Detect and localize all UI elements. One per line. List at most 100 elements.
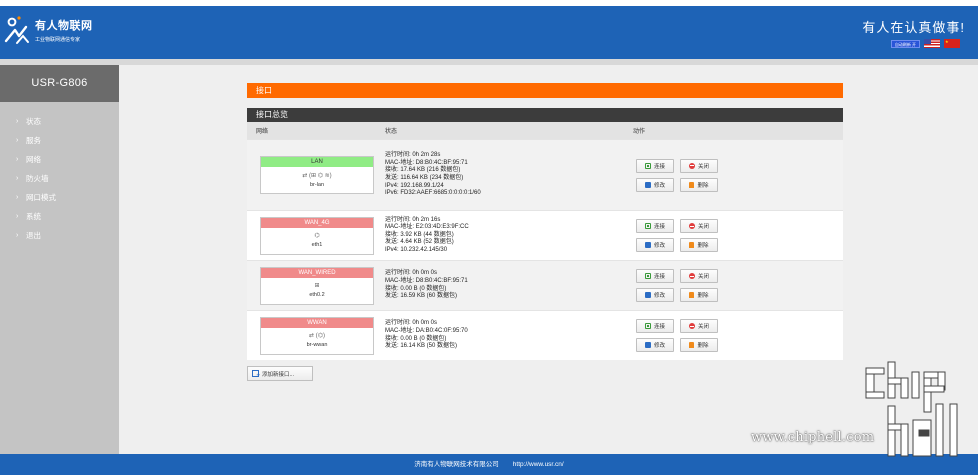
delete-label: 删除	[697, 293, 709, 299]
add-interface-icon	[252, 370, 260, 379]
connect-button[interactable]: 连接	[636, 319, 674, 333]
chevron-right-icon: ›	[16, 232, 19, 239]
close-button[interactable]: 关闭	[680, 158, 718, 173]
status-line: 发送: 16.59 KB (60 数据包)	[385, 293, 458, 300]
network-cell: WAN_4G ⌬ eth1	[247, 211, 377, 260]
edit-button[interactable]: 修改	[636, 177, 674, 192]
interface-device: eth1	[311, 242, 323, 248]
edit-icon	[644, 292, 651, 298]
edit-button[interactable]: 修改	[636, 338, 674, 352]
section-header: 接口总览	[247, 108, 843, 122]
close-label: 关闭	[697, 163, 709, 170]
close-icon	[688, 323, 695, 329]
sidebar-item-label: 防火墙	[26, 174, 49, 183]
column-header-status: 状态	[385, 129, 398, 135]
footer-url[interactable]: http://www.usr.cn/	[513, 461, 564, 468]
edit-label: 修改	[653, 182, 665, 189]
network-cell: WWAN ⇄ (⌬) br-wwan	[247, 311, 377, 360]
interface-name: LAN	[261, 157, 373, 167]
sidebar-item-label: 系统	[26, 212, 41, 221]
add-interface-label: 添加新接口...	[262, 371, 295, 378]
close-icon	[688, 223, 695, 229]
action-row: 连接 关闭	[636, 219, 843, 233]
edit-button[interactable]: 修改	[636, 238, 674, 252]
delete-button[interactable]: 删除	[680, 338, 718, 352]
status-line: MAC-地址: D8:B0:4C:BF:95:71	[385, 277, 468, 284]
table-row: WWAN ⇄ (⌬) br-wwan 运行时间: 0h 0m 0s MAC-地址:…	[247, 310, 843, 360]
sidebar-item-network[interactable]: › 网络	[0, 150, 119, 169]
close-button[interactable]: 关闭	[680, 269, 718, 283]
sidebar-item-label: 服务	[26, 136, 41, 145]
interface-badge-body: ⇄ (⌬) br-wwan	[261, 328, 373, 354]
actions-cell: 连接 关闭 修改 删除	[629, 311, 843, 360]
interface-table: 网络 状态 动作 LAN ⇄ (⊞ ⌬ ≋) br-lan 运行时间: 0h 2…	[247, 122, 843, 360]
connect-label: 连接	[653, 224, 665, 230]
sidebar-nav: › 状态 › 服务 › 网络 › 防火墙 › 网口模式 › 系统 › 退出	[0, 112, 119, 245]
edit-label: 修改	[653, 293, 665, 299]
sidebar-item-services[interactable]: › 服务	[0, 131, 119, 150]
delete-button[interactable]: 删除	[680, 288, 718, 302]
interface-name: WAN_4G	[261, 217, 373, 228]
connect-label: 连接	[653, 274, 665, 280]
china-flag-icon[interactable]: ★	[944, 39, 960, 48]
auto-refresh-toggle[interactable]: 自动刷新 开	[890, 39, 920, 48]
chevron-right-icon: ›	[16, 175, 19, 182]
interface-rows: LAN ⇄ (⊞ ⌬ ≋) br-lan 运行时间: 0h 2m 28s MAC-…	[247, 139, 843, 360]
interface-port-icon: ⇄ (⊞ ⌬ ≋)	[302, 172, 332, 179]
status-line: IPv4: 10.232.42.145/30	[385, 246, 448, 253]
sidebar: USR-G806 › 状态 › 服务 › 网络 › 防火墙 › 网口模式 › 系统 › 退出	[0, 65, 119, 454]
table-row: WAN_4G ⌬ eth1 运行时间: 0h 2m 16s MAC-地址: E2:…	[247, 210, 843, 260]
sidebar-item-status[interactable]: › 状态	[0, 112, 119, 131]
brand-name: 有人物联网	[35, 20, 93, 32]
interfaces-panel: 接口 接口总览 网络 状态 动作 LAN ⇄ (⊞ ⌬ ≋) br-lan 运行…	[247, 83, 843, 381]
action-row: 修改 删除	[636, 177, 843, 192]
connect-button[interactable]: 连接	[636, 158, 674, 173]
sidebar-item-port-mode[interactable]: › 网口模式	[0, 188, 119, 207]
sidebar-item-firewall[interactable]: › 防火墙	[0, 169, 119, 188]
close-button[interactable]: 关闭	[680, 219, 718, 233]
status-line: 发送: 116.64 KB (234 数据包)	[385, 175, 464, 181]
chiphell-watermark-logo-icon	[865, 361, 958, 457]
trash-icon	[689, 342, 695, 348]
edit-label: 修改	[653, 243, 665, 249]
interface-badge: WAN_WIRED ⊞ eth0.2	[260, 266, 374, 305]
column-header-network: 网络	[256, 129, 269, 135]
close-button[interactable]: 关闭	[680, 319, 718, 333]
interface-badge: WWAN ⇄ (⌬) br-wwan	[260, 316, 374, 355]
connect-button[interactable]: 连接	[636, 219, 674, 233]
chevron-right-icon: ›	[16, 118, 19, 125]
delete-label: 删除	[697, 182, 709, 189]
sidebar-item-system[interactable]: › 系统	[0, 207, 119, 226]
delete-label: 删除	[697, 243, 709, 249]
connect-button[interactable]: 连接	[636, 269, 674, 283]
sidebar-item-label: 网络	[26, 155, 41, 164]
sidebar-item-logout[interactable]: › 退出	[0, 226, 119, 245]
column-header-actions: 动作	[633, 129, 646, 135]
interface-badge-body: ⌬ eth1	[261, 228, 373, 254]
add-interface-button[interactable]: 添加新接口...	[247, 366, 313, 381]
sidebar-item-label: 网口模式	[26, 193, 56, 202]
action-row: 修改 删除	[636, 338, 843, 352]
header-controls: 自动刷新 开 ★	[890, 39, 960, 48]
trash-icon	[689, 242, 695, 248]
footer: 济南有人物联网技术有限公司 http://www.usr.cn/	[0, 454, 978, 475]
status-line: 接收: 0.00 B (0 数据包)	[385, 335, 447, 342]
status-line: 运行时间: 0h 0m 0s	[385, 320, 438, 327]
slogan: 有人在认真做事!	[862, 20, 965, 35]
trash-icon	[689, 181, 695, 188]
delete-button[interactable]: 删除	[680, 238, 718, 252]
actions-cell: 连接 关闭 修改 删除	[629, 211, 843, 260]
edit-button[interactable]: 修改	[636, 288, 674, 302]
chevron-right-icon: ›	[16, 137, 19, 144]
close-label: 关闭	[697, 324, 709, 330]
brand-logo-icon	[4, 16, 29, 44]
action-row: 修改 删除	[636, 238, 843, 252]
chevron-right-icon: ›	[16, 156, 19, 163]
interface-port-icon: ⊞	[314, 283, 320, 289]
us-flag-icon[interactable]	[924, 39, 940, 48]
close-label: 关闭	[697, 274, 709, 280]
close-label: 关闭	[697, 224, 709, 230]
status-cell: 运行时间: 0h 2m 16s MAC-地址: E2:03:4D:E3:9F:CC…	[377, 211, 629, 260]
delete-button[interactable]: 删除	[680, 177, 718, 192]
interface-name: WWAN	[261, 317, 373, 328]
